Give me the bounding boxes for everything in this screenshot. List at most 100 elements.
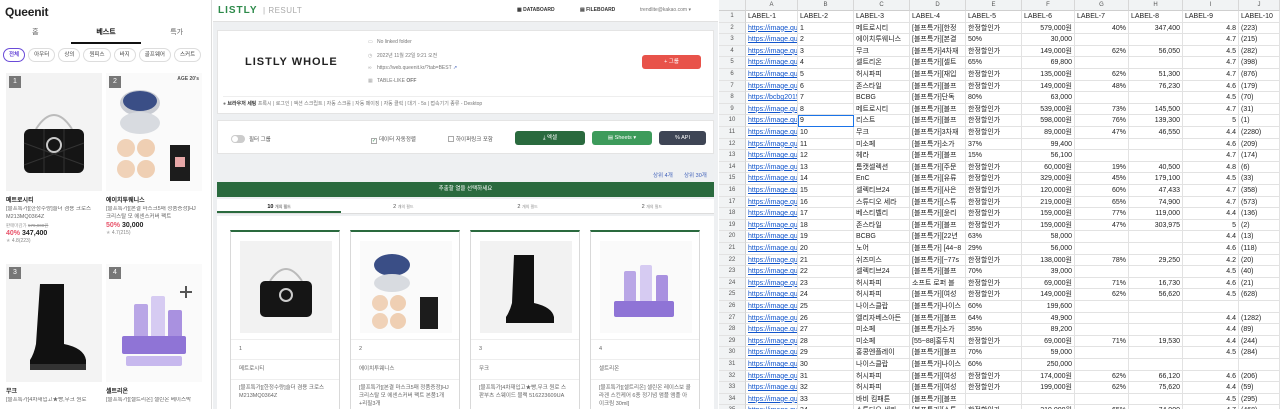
sheet-cell[interactable] — [1129, 150, 1183, 162]
sheet-cell[interactable]: [블프특가][블프 — [910, 312, 966, 325]
sheet-cell[interactable]: 한정할인가 — [966, 103, 1022, 116]
sheet-cell[interactable]: 한정할인가 — [966, 69, 1022, 81]
sheet-cell[interactable]: (573) — [1239, 196, 1280, 209]
sheet-cell[interactable]: (179) — [1239, 80, 1280, 93]
row-number[interactable]: 31 — [719, 359, 746, 371]
sheet-cell[interactable] — [1075, 324, 1129, 336]
sheet-cell[interactable]: 4.4 — [1183, 127, 1239, 139]
sheet-cell[interactable]: 65% — [966, 57, 1022, 69]
sheet-cell[interactable] — [1075, 231, 1129, 243]
column-header[interactable]: C — [854, 0, 910, 11]
sheet-cell[interactable]: 베스티벨리 — [854, 208, 910, 220]
sheet-cell[interactable]: 47% — [1075, 127, 1129, 139]
sheet-cell[interactable]: 19% — [1075, 161, 1129, 174]
filter-group-toggle[interactable] — [231, 135, 245, 143]
sheet-cell[interactable]: https://image.qu — [746, 254, 798, 267]
sheet-cell[interactable]: https://image.qu — [746, 393, 798, 406]
sheet-cell[interactable]: (2280) — [1239, 127, 1280, 139]
sheet-cell[interactable]: [블프특가] [44~8 — [910, 243, 966, 255]
sheet-cell[interactable]: 한정할인가 — [966, 45, 1022, 58]
sheet-cell[interactable] — [1075, 312, 1129, 325]
sheet-cell[interactable]: 미소페 — [854, 335, 910, 348]
row-number[interactable]: 27 — [719, 312, 746, 325]
row-number[interactable]: 20 — [719, 231, 746, 243]
nav-databoard[interactable]: ▦ DATABOARD — [517, 7, 555, 13]
sheet-cell[interactable]: 4.4 — [1183, 312, 1239, 325]
sheet-cell[interactable]: https://image.qu — [746, 138, 798, 151]
sheet-cell[interactable]: 70% — [966, 266, 1022, 278]
sheet-cell[interactable]: [블프특가][한정 — [910, 22, 966, 35]
sheet-cell[interactable]: https://image.qu — [746, 243, 798, 255]
row-number[interactable]: 10 — [719, 115, 746, 127]
row-number[interactable]: 28 — [719, 324, 746, 336]
sheet-cell[interactable]: 174,000원 — [1022, 370, 1075, 383]
sheet-cell[interactable] — [1129, 359, 1183, 371]
sheet-cell[interactable]: 4.7 — [1183, 103, 1239, 116]
sheet-cell[interactable] — [1129, 243, 1183, 255]
sheet-cell[interactable]: 셀트리온 — [854, 57, 910, 69]
sheet-cell[interactable] — [1239, 301, 1280, 313]
sheet-cell[interactable]: [블프특가][주문 — [910, 161, 966, 174]
top-30-link[interactable]: 상위 30개 — [684, 171, 707, 179]
sheet-cell[interactable]: 한정할인가 — [966, 277, 1022, 290]
row-number[interactable]: 6 — [719, 69, 746, 81]
sheet-cell[interactable]: https://image.qu — [746, 127, 798, 139]
sheet-cell[interactable] — [1183, 301, 1239, 313]
sheet-cell[interactable]: [블프특가]소가 — [910, 138, 966, 151]
sheet-cell[interactable]: 5 — [1183, 219, 1239, 232]
sheet-cell[interactable]: 46,550 — [1129, 127, 1183, 139]
product-image[interactable]: 1 — [6, 73, 102, 191]
sheet-cell[interactable]: (223) — [1239, 22, 1280, 35]
sheet-cell[interactable]: 4.7 — [1183, 57, 1239, 69]
column-header[interactable]: J — [1239, 0, 1280, 11]
sheet-cell[interactable]: 4.7 — [1183, 69, 1239, 81]
sheet-cell[interactable] — [1075, 393, 1129, 406]
sheet-cell[interactable]: [블프특가][블프 — [910, 347, 966, 359]
sheet-cell[interactable]: 4.5 — [1183, 266, 1239, 278]
sheet-cell[interactable]: https://image.qu — [746, 115, 798, 127]
column-header[interactable]: F — [1022, 0, 1075, 11]
header-cell[interactable]: LABEL-4 — [910, 11, 966, 23]
sheet-cell[interactable]: 66,120 — [1129, 370, 1183, 383]
sheet-cell[interactable]: 329,000원 — [1022, 173, 1075, 185]
sheet-cell[interactable]: 나이스클랍 — [854, 359, 910, 371]
sheet-cell[interactable]: 60,000원 — [1022, 161, 1075, 174]
sheet-cell[interactable] — [1129, 324, 1183, 336]
column-header[interactable]: G — [1075, 0, 1129, 11]
sheet-cell[interactable]: 미소페 — [854, 138, 910, 151]
sheet-cell[interactable]: 셀렉티브24 — [854, 266, 910, 278]
listly-logo[interactable]: LISTLY — [218, 5, 258, 16]
row-number[interactable]: 17 — [719, 196, 746, 209]
product-card[interactable]: 2 AGE 20's 에이치투웨니스 [블프특가][본결 마스크5매 정품증정]… — [106, 73, 202, 236]
sheet-cell[interactable]: (2) — [1239, 219, 1280, 232]
sheet-cell[interactable]: 26 — [798, 312, 854, 325]
sheet-cell[interactable]: 1 — [798, 22, 854, 35]
header-cell[interactable]: LABEL-6 — [1022, 11, 1075, 23]
sheet-cell[interactable]: 14 — [798, 173, 854, 185]
sheet-cell[interactable]: 11 — [798, 138, 854, 151]
sheet-cell[interactable]: 138,000원 — [1022, 254, 1075, 267]
header-cell[interactable]: LABEL-8 — [1129, 11, 1183, 23]
sheet-cell[interactable]: 99,400 — [1022, 138, 1075, 151]
sheet-cell[interactable]: 7 — [798, 92, 854, 104]
sheet-cell[interactable]: 139,300 — [1129, 115, 1183, 127]
row-number[interactable]: 26 — [719, 301, 746, 313]
sheet-cell[interactable]: 리스트 — [854, 115, 910, 127]
sheet-cell[interactable]: 60% — [966, 359, 1022, 371]
sheet-cell[interactable]: 539,000원 — [1022, 103, 1075, 116]
sheet-cell[interactable]: 스튜디오 세라 — [854, 196, 910, 209]
sheet-cell[interactable]: 4.5 — [1183, 393, 1239, 406]
sheet-cell[interactable]: 4.7 — [1183, 196, 1239, 209]
sheet-cell[interactable]: 19,530 — [1129, 335, 1183, 348]
output-tab[interactable]: 2 개의 필드 — [590, 199, 714, 213]
sheet-cell[interactable]: 한정할인가 — [966, 208, 1022, 220]
row-number[interactable]: 11 — [719, 127, 746, 139]
product-card[interactable]: 3 무크 [블프특가]4차재입고★빵,무크 원로 — [6, 264, 102, 409]
sheet-cell[interactable]: 16,730 — [1129, 277, 1183, 290]
sheet-cell[interactable]: 허시파피 — [854, 370, 910, 383]
sheet-cell[interactable]: 4.5 — [1183, 173, 1239, 185]
chip-dress[interactable]: 원피스 — [83, 48, 111, 62]
sheet-cell[interactable]: (468) — [1239, 405, 1280, 409]
sheet-cell[interactable]: [블프특가][윤리 — [910, 208, 966, 220]
sheet-cell[interactable]: https://image.qu — [746, 347, 798, 359]
